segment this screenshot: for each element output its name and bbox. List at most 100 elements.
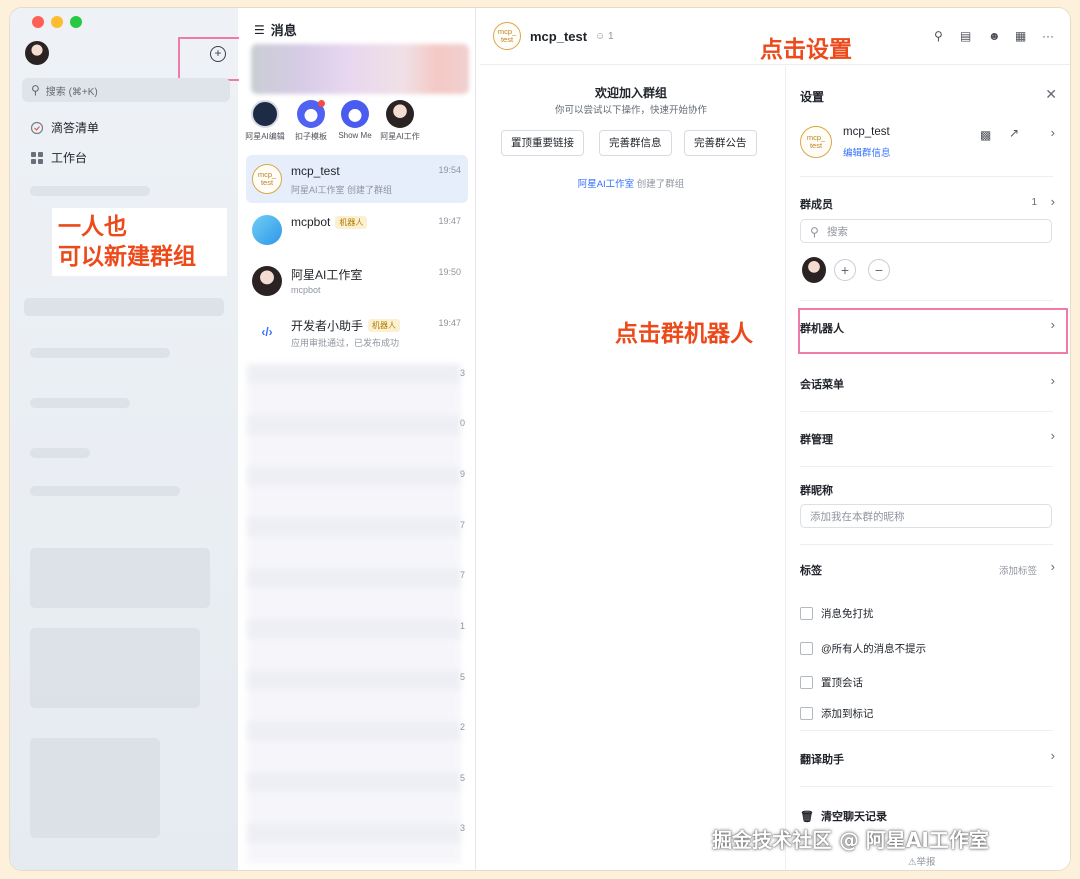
chat-name-text: mcpbot (291, 215, 331, 229)
member-search-input[interactable]: ⚲ 搜索 (800, 219, 1052, 243)
chevron-right-icon[interactable]: › (1051, 317, 1055, 332)
app-window: + ⚲ 搜索 (⌘+K) 滴答清单 工作台 一人也 可以新建群组 ☰ 消息 阿星… (10, 8, 1070, 870)
quick-app-label: 阿星AI工作 (380, 132, 420, 141)
code-icon: ‹/› (252, 317, 282, 347)
chevron-right-icon[interactable]: › (1051, 748, 1055, 763)
blurred-item (30, 448, 90, 458)
nickname-input[interactable]: 添加我在本群的昵称 (800, 504, 1052, 528)
checkbox[interactable] (800, 676, 813, 689)
group-logo: mcp_ test (252, 164, 282, 194)
blurred-digit: 3 (459, 368, 465, 378)
quick-app-3[interactable]: Show Me (333, 100, 377, 140)
settings-icon[interactable]: ▦ (1015, 29, 1026, 43)
report-link[interactable]: ⚠举报 (908, 854, 936, 868)
chat-area: mcp_ test mcp_test ☺ 1 点击设置 ⚲ ▤ ☻ ▦ ··· 欢… (480, 8, 1070, 870)
chevron-right-icon[interactable]: › (1051, 194, 1055, 209)
edit-info-link[interactable]: 编辑群信息 (843, 145, 891, 159)
chat-time: 19:50 (438, 267, 461, 277)
translate-row[interactable]: 翻译助手 (800, 751, 844, 767)
blurred-item (30, 398, 130, 408)
left-sidebar: + ⚲ 搜索 (⌘+K) 滴答清单 工作台 一人也 可以新建群组 (10, 8, 250, 870)
quick-app-label: 阿星AI编辑 (245, 132, 285, 141)
qrcode-icon[interactable]: ▩ (980, 128, 991, 142)
chevron-right-icon[interactable]: › (1051, 373, 1055, 388)
sidebar-item-label: 工作台 (51, 151, 88, 165)
sidebar-item-workbench[interactable]: 工作台 (30, 149, 87, 166)
divider (800, 730, 1053, 731)
chat-item-dev-assistant[interactable]: ‹/› 开发者小助手 机器人 应用审批通过，已发布成功 19:47 (246, 308, 468, 356)
chat-preview: 阿星AI工作室 创建了群组 (291, 185, 393, 195)
blurred-digit: 2 (459, 722, 465, 732)
checkbox-add-mark[interactable]: 添加到标记 (800, 706, 874, 721)
group-manage-row[interactable]: 群管理 (800, 431, 833, 447)
checkbox-pin-chat[interactable]: 置顶会话 (800, 675, 863, 690)
trash-icon: 🗑 (800, 810, 814, 823)
chat-header: mcp_ test mcp_test ☺ 1 点击设置 ⚲ ▤ ☻ ▦ ··· (480, 8, 1070, 65)
chevron-right-icon[interactable]: › (1051, 428, 1055, 443)
video-icon[interactable]: ▤ (960, 29, 971, 43)
chat-item-mcpbot[interactable]: mcpbot 机器人 19:47 (246, 206, 468, 254)
remove-member-button[interactable]: − (868, 259, 890, 281)
quick-app-2[interactable]: 扣子模板 (289, 100, 333, 142)
member-search-placeholder: 搜索 (827, 226, 848, 238)
close-window-button[interactable] (32, 16, 44, 28)
message-list-header: ☰ 消息 (254, 20, 297, 39)
member-count[interactable]: ☺ 1 (595, 31, 614, 42)
close-icon[interactable]: ✕ (1045, 86, 1057, 103)
quick-app-4[interactable]: 阿星AI工作 (378, 100, 422, 142)
blurred-chat-list (247, 364, 461, 864)
list-toggle-icon[interactable]: ☰ (254, 23, 265, 37)
chat-title[interactable]: mcp_test (530, 29, 587, 44)
checkbox-label: @所有人的消息不提示 (821, 643, 927, 655)
user-avatar[interactable] (25, 41, 49, 65)
add-member-button[interactable]: + (834, 259, 856, 281)
chat-preview: mcpbot (291, 285, 321, 295)
chat-item-mcp-test[interactable]: mcp_ test mcp_test 阿星AI工作室 创建了群组 19:54 (246, 155, 468, 203)
checkbox-mute-at-all[interactable]: @所有人的消息不提示 (800, 641, 926, 656)
share-icon[interactable]: ↗ (1009, 126, 1019, 140)
group-bot-row[interactable]: 群机器人 (800, 320, 844, 336)
blurred-item (24, 298, 224, 316)
chat-item-axing-studio[interactable]: 阿星AI工作室 mcpbot 19:50 (246, 257, 468, 305)
chevron-right-icon[interactable]: › (1051, 125, 1055, 140)
checkbox[interactable] (800, 607, 813, 620)
chat-name: 阿星AI工作室 (291, 266, 362, 283)
chat-name-text: 阿星AI工作室 (291, 268, 363, 282)
checkbox[interactable] (800, 707, 813, 720)
chat-name: 开发者小助手 机器人 (291, 317, 401, 334)
chat-time: 19:47 (438, 216, 461, 226)
search-icon[interactable]: ⚲ (934, 29, 943, 43)
session-menu-row[interactable]: 会话菜单 (800, 376, 844, 392)
minimize-window-button[interactable] (51, 16, 63, 28)
chat-name: mcp_test (291, 164, 340, 178)
member-avatar[interactable] (802, 257, 826, 283)
watermark-text: 掘金技术社区 @ 阿星AI工作室 (712, 828, 989, 852)
checkbox[interactable] (800, 642, 813, 655)
add-tag-link[interactable]: 添加标签 (999, 563, 1037, 577)
grid-icon (30, 151, 44, 165)
sidebar-item-label: 滴答清单 (51, 121, 100, 135)
search-bar[interactable]: ⚲ 搜索 (⌘+K) (22, 78, 230, 102)
tags-label: 标签 (800, 565, 822, 577)
zoom-window-button[interactable] (70, 16, 82, 28)
nickname-label: 群昵称 (800, 485, 833, 497)
creator-link[interactable]: 阿星AI工作室 (578, 179, 634, 190)
quick-app-1[interactable]: 阿星AI编辑 (243, 100, 287, 142)
blurred-digit: 5 (459, 773, 465, 783)
add-member-icon[interactable]: ☻ (988, 29, 1001, 43)
more-icon[interactable]: ··· (1042, 29, 1054, 43)
chat-name-text: mcp_test (291, 164, 340, 178)
clear-history-row[interactable]: 🗑 清空聊天记录 (800, 808, 887, 824)
sidebar-item-todo[interactable]: 滴答清单 (30, 119, 99, 136)
pin-link-button[interactable]: 置顶重要链接 (501, 130, 584, 156)
blurred-banner (251, 44, 469, 94)
checkbox-do-not-disturb[interactable]: 消息免打扰 (800, 606, 874, 621)
blurred-item (30, 628, 200, 708)
chevron-right-icon[interactable]: › (1051, 559, 1055, 574)
complete-info-button[interactable]: 完善群信息 (599, 130, 672, 156)
divider (800, 786, 1053, 787)
chat-time: 19:47 (438, 318, 461, 328)
members-label: 群成员 (800, 199, 833, 211)
message-list-panel: ☰ 消息 阿星AI编辑 扣子模板 Show Me 阿星AI工作 mcp_ test (239, 8, 476, 870)
complete-notice-button[interactable]: 完善群公告 (684, 130, 757, 156)
